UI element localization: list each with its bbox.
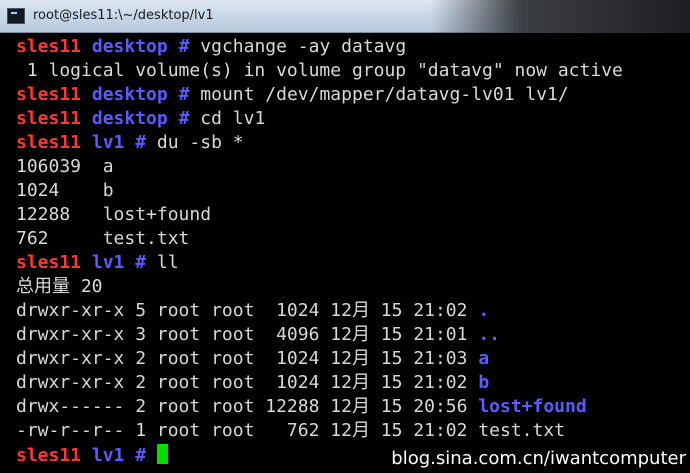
prompt-hostname: sles11 [16,445,82,466]
listing-meta: drwxr-xr-x 3 root root 4096 12月 15 21:01 [16,324,479,345]
listing-meta: drwxr-xr-x 5 root root 1024 12月 15 21:02 [16,300,479,321]
command-text: cd lv1 [200,108,266,129]
listing-meta: drwxr-xr-x 2 root root 1024 12月 15 21:02 [16,372,479,393]
listing-file-name: test.txt [478,420,566,441]
listing-row: drwxr-xr-x 5 root root 1024 12月 15 21:02… [16,300,489,322]
listing-row: drwx------ 2 root root 12288 12月 15 20:5… [16,396,587,418]
prompt-hostname: sles11 [16,132,82,153]
prompt-symbol: # [135,445,147,466]
prompt-directory: desktop [91,36,168,57]
listing-dir-name: lost+found [478,396,587,417]
title-bar-shadow [430,0,690,33]
command-text: ll [156,252,179,273]
listing-meta: drwx------ 2 root root 12288 12月 15 20:5… [16,396,479,417]
prompt-hostname: sles11 [16,108,82,129]
command-text: vgchange -ay datavg [200,36,407,57]
prompt-line: sles11 lv1 # [16,444,168,466]
prompt-hostname: sles11 [16,36,82,57]
listing-row: -rw-r--r-- 1 root root 762 12月 15 21:02 … [16,420,565,442]
prompt-symbol: # [178,36,190,57]
listing-row: drwxr-xr-x 2 root root 1024 12月 15 21:03… [16,348,489,370]
prompt-symbol: # [135,252,147,273]
prompt-line: sles11 lv1 # ll [16,252,179,274]
listing-meta: -rw-r--r-- 1 root root 762 12月 15 21:02 [16,420,479,441]
listing-row: drwxr-xr-x 2 root root 1024 12月 15 21:02… [16,372,489,394]
output-text: 106039 a [16,156,114,177]
output-line: 1024 b [16,180,114,202]
prompt-symbol: # [178,108,190,129]
listing-dir-name: b [478,372,490,393]
terminal-cursor[interactable] [156,444,168,464]
prompt-line: sles11 desktop # cd lv1 [16,108,265,130]
prompt-directory: lv1 [91,252,125,273]
output-line: 106039 a [16,156,114,178]
prompt-directory: desktop [91,84,168,105]
output-line: 762 test.txt [16,228,189,250]
prompt-symbol: # [135,132,147,153]
prompt-hostname: sles11 [16,252,82,273]
prompt-directory: desktop [91,108,168,129]
prompt-hostname: sles11 [16,84,82,105]
listing-row: drwxr-xr-x 3 root root 4096 12月 15 21:01… [16,324,500,346]
output-line: 总用量 20 [16,276,103,298]
listing-dir-name: .. [478,324,501,345]
prompt-symbol: # [178,84,190,105]
output-line: 12288 lost+found [16,204,211,226]
prompt-line: sles11 desktop # vgchange -ay datavg [16,36,406,58]
terminal-window: root@sles11:\~/desktop/lv1 sles11 deskto… [0,0,690,473]
title-bar[interactable]: root@sles11:\~/desktop/lv1 [0,0,690,33]
output-text: 1 logical volume(s) in volume group "dat… [16,60,623,81]
prompt-line: sles11 desktop # mount /dev/mapper/datav… [16,84,569,106]
output-line: 1 logical volume(s) in volume group "dat… [16,60,623,82]
output-text: 12288 lost+found [16,204,212,225]
command-text: du -sb * [156,132,244,153]
window-title: root@sles11:\~/desktop/lv1 [33,8,214,23]
watermark: blog.sina.com.cn/iwantcomputer [391,448,686,469]
prompt-line: sles11 lv1 # du -sb * [16,132,244,154]
command-text: mount /dev/mapper/datavg-lv01 lv1/ [200,84,569,105]
listing-dir-name: a [478,348,490,369]
prompt-directory: lv1 [91,132,125,153]
output-text: 1024 b [16,180,114,201]
output-text: 总用量 20 [16,276,103,297]
output-text: 762 test.txt [16,228,190,249]
listing-meta: drwxr-xr-x 2 root root 1024 12月 15 21:03 [16,348,479,369]
terminal-app-icon[interactable] [7,8,25,24]
listing-dir-name: . [478,300,490,321]
prompt-directory: lv1 [91,445,125,466]
terminal-output[interactable]: sles11 desktop # vgchange -ay datavg 1 l… [0,36,690,473]
